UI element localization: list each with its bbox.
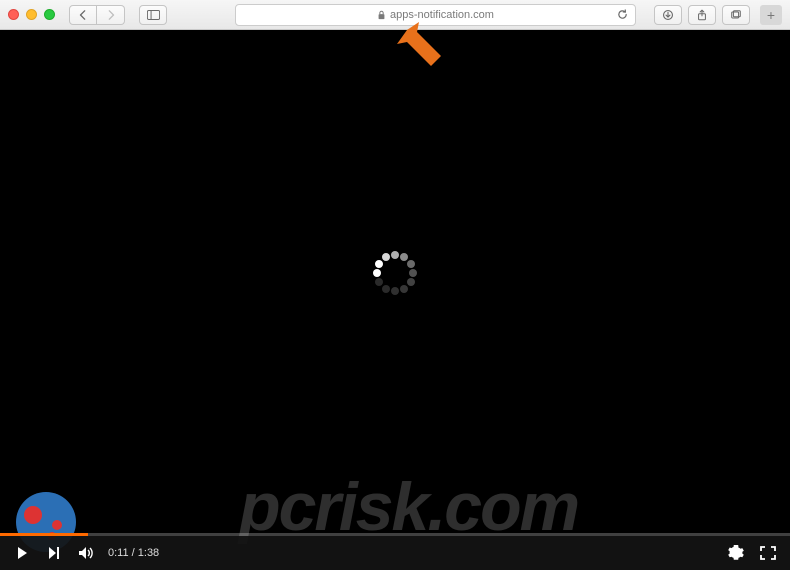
fullscreen-button[interactable] [756, 541, 780, 565]
next-icon [47, 546, 61, 560]
close-window-button[interactable] [8, 9, 19, 20]
volume-button[interactable] [74, 541, 98, 565]
video-viewport: pcrisk.com 0:11 / 1:38 [0, 30, 790, 570]
current-time: 0:11 [108, 547, 129, 559]
annotation-arrow-icon [397, 22, 441, 71]
loading-spinner-icon [370, 248, 420, 298]
show-all-tabs-button[interactable] [722, 5, 750, 25]
forward-button[interactable] [97, 5, 125, 25]
volume-icon [78, 546, 94, 560]
play-icon [15, 546, 29, 560]
next-button[interactable] [42, 541, 66, 565]
seek-progress [0, 533, 88, 536]
minimize-window-button[interactable] [26, 9, 37, 20]
url-text: apps-notification.com [390, 9, 494, 21]
share-button[interactable] [688, 5, 716, 25]
fullscreen-icon [760, 546, 776, 560]
seek-bar[interactable] [0, 533, 790, 536]
browser-toolbar: apps-notification.com + [0, 0, 790, 30]
video-controls-bar: 0:11 / 1:38 [0, 536, 790, 570]
toolbar-right: + [654, 5, 782, 25]
gear-icon [728, 545, 744, 561]
sidebar-toggle-button[interactable] [139, 5, 167, 25]
play-button[interactable] [10, 541, 34, 565]
duration: 1:38 [138, 547, 159, 559]
lock-icon [377, 10, 386, 20]
settings-button[interactable] [724, 541, 748, 565]
reload-button[interactable] [615, 8, 629, 22]
new-tab-button[interactable]: + [760, 5, 782, 25]
nav-buttons [69, 5, 125, 25]
back-button[interactable] [69, 5, 97, 25]
maximize-window-button[interactable] [44, 9, 55, 20]
time-display: 0:11 / 1:38 [108, 547, 159, 559]
window-controls [8, 9, 55, 20]
downloads-button[interactable] [654, 5, 682, 25]
